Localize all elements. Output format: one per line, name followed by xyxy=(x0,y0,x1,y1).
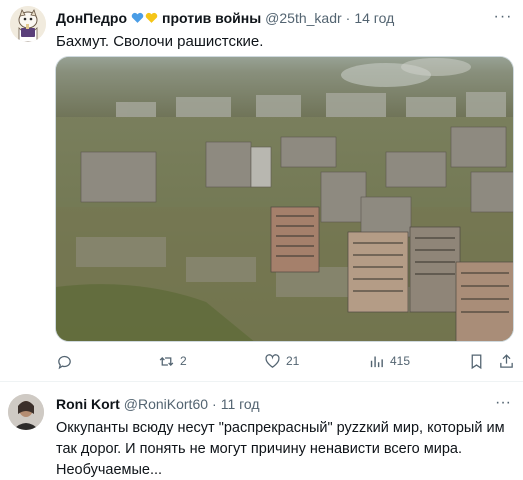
avatar[interactable] xyxy=(8,394,44,430)
retweet-icon xyxy=(159,356,174,366)
author-handle[interactable]: @RoniKort60 xyxy=(124,396,208,412)
tweet-text: Бахмут. Сволочи рашистские. xyxy=(56,33,264,50)
share-icon xyxy=(500,353,513,368)
reply-text: Оккупанты всюду несут "распрекрасный" ру… xyxy=(56,420,505,478)
author-name[interactable]: ДонПедро xyxy=(56,10,127,26)
tweet-header: ДонПедро против войны @25th_kadr · 14 го… xyxy=(56,8,493,28)
yellow-heart-icon xyxy=(145,12,158,23)
heart-icon xyxy=(265,353,280,368)
retweet-button[interactable]: 2 xyxy=(158,350,187,372)
author-name-suffix[interactable]: против войны xyxy=(162,10,261,26)
reply-tweet[interactable]: Roni Kort @RoniKort60 · 11 год ··· Оккуп… xyxy=(0,382,523,480)
views-count: 415 xyxy=(390,354,411,368)
tweet-actions: 2 21 415 xyxy=(56,350,515,372)
ruined-city-aerial-photo xyxy=(56,57,513,341)
bookmark-button[interactable] xyxy=(468,350,485,372)
avatar[interactable] xyxy=(10,6,46,42)
share-button[interactable] xyxy=(498,350,515,372)
like-count: 21 xyxy=(286,354,300,368)
retweet-count: 2 xyxy=(180,354,187,368)
more-options-button[interactable]: ··· xyxy=(493,394,513,412)
timestamp[interactable]: 11 год xyxy=(221,396,260,412)
views-button[interactable]: 415 xyxy=(368,350,410,372)
author-handle[interactable]: @25th_kadr xyxy=(265,10,341,26)
separator-dot: · xyxy=(212,396,217,412)
views-icon xyxy=(370,356,383,367)
timestamp[interactable]: 14 год xyxy=(354,10,394,26)
tweet[interactable]: ДонПедро против войны @25th_kadr · 14 го… xyxy=(0,0,523,381)
separator-dot: · xyxy=(345,10,351,26)
author-name[interactable]: Roni Kort xyxy=(56,396,120,412)
reply-button[interactable] xyxy=(56,350,78,372)
reply-header: Roni Kort @RoniKort60 · 11 год xyxy=(56,394,493,414)
comment-icon xyxy=(58,355,71,369)
bookmark-icon xyxy=(471,353,482,369)
like-button[interactable]: 21 xyxy=(264,350,299,372)
more-options-button[interactable]: ··· xyxy=(493,8,513,26)
blue-heart-icon xyxy=(131,12,144,23)
tweet-photo[interactable] xyxy=(55,56,514,342)
profile-photo-icon xyxy=(8,394,44,430)
cartoon-avatar-icon xyxy=(10,6,46,42)
